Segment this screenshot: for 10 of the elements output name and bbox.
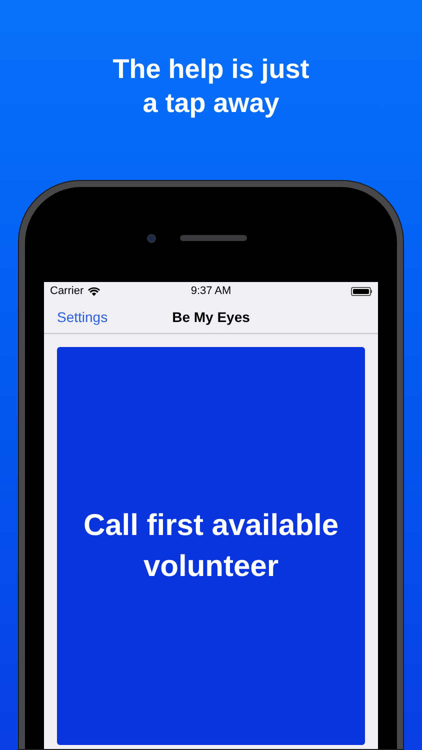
call-volunteer-button[interactable]: Call first available volunteer [57,347,365,745]
camera-icon [147,234,156,242]
settings-link[interactable]: Settings [57,306,108,328]
nav-title: Be My Eyes [172,308,250,327]
wifi-icon [88,287,100,296]
status-time: 9:37 AM [190,284,232,300]
speaker-grille [180,235,247,241]
battery-icon [351,287,372,296]
headline: The help is just a tap away [112,53,310,120]
carrier-label: Carrier [50,284,84,300]
